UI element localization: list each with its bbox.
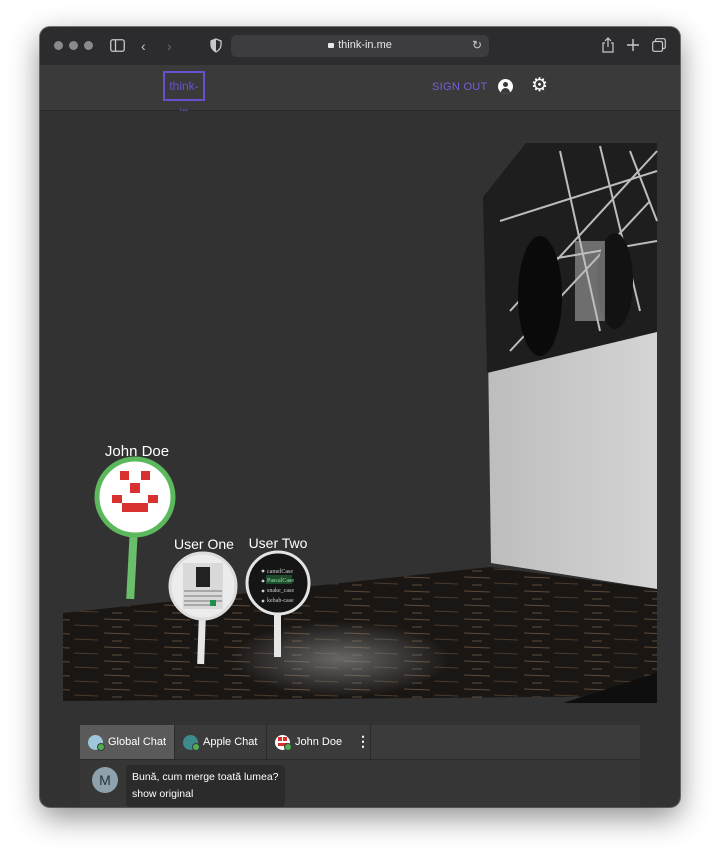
app-logo[interactable]: think-in [163, 71, 205, 119]
browser-window: ‹ › think-in.me ↻ think-in SIGN OUT ⚙ [40, 27, 680, 807]
avatar-name-john-doe: John Doe [105, 443, 169, 460]
sidebar-icon[interactable] [110, 39, 125, 52]
window-dot-minimize[interactable] [69, 41, 78, 50]
message-avatar: M [92, 767, 118, 793]
reload-icon[interactable]: ↻ [472, 38, 482, 52]
app-header: think-in SIGN OUT ⚙ [40, 65, 680, 119]
avatar-name-user-one: User One [174, 536, 234, 552]
chat-tab-apple[interactable]: Apple Chat [175, 725, 267, 759]
room-floor [63, 567, 657, 703]
sign-out-button[interactable]: SIGN OUT [432, 81, 488, 93]
back-icon[interactable]: ‹ [141, 37, 146, 55]
avatar-john-doe[interactable] [94, 456, 176, 600]
card-line-snake-case: snake_case [267, 588, 294, 594]
chat-tab-label: Global Chat [108, 736, 167, 748]
global-chat-avatar-icon [88, 734, 105, 751]
window-dot-zoom[interactable] [84, 41, 93, 50]
card-line-kebab-case: kebab-case [267, 598, 294, 604]
card-line-pascalcase: PascalCase [267, 578, 294, 584]
message-text: Bună, cum merge toată lumea? [132, 771, 279, 783]
account-icon[interactable] [498, 79, 513, 94]
3d-room-viewport[interactable]: John Doe User One camelCase PascalCase s… [40, 111, 680, 725]
window-dot-close[interactable] [54, 41, 63, 50]
chat-tab-global[interactable]: Global Chat [80, 725, 175, 759]
shield-icon[interactable] [210, 38, 222, 53]
tabs-overview-icon[interactable] [652, 38, 666, 52]
apple-chat-avatar-icon [183, 734, 200, 751]
browser-toolbar: ‹ › think-in.me ↻ [40, 27, 680, 66]
settings-gear-icon[interactable]: ⚙ [531, 76, 548, 95]
forward-icon[interactable]: › [167, 37, 172, 55]
show-original-link[interactable]: show original [132, 786, 279, 803]
chat-tab-label: Apple Chat [203, 736, 258, 748]
share-icon[interactable] [602, 37, 614, 53]
chat-panel: Global Chat Apple Chat John Doe ⋮ M Bună… [80, 725, 640, 807]
message-bubble: Bună, cum merge toată lumea? show origin… [126, 765, 285, 807]
chat-tabs: Global Chat Apple Chat John Doe ⋮ [80, 725, 640, 760]
address-bar[interactable]: think-in.me ↻ [231, 35, 489, 57]
john-doe-avatar-icon [275, 734, 292, 751]
card-line-camelcase: camelCase [267, 569, 293, 575]
url-text: think-in.me [338, 39, 392, 51]
room-wall-screen [483, 143, 658, 589]
chat-tab-label: John Doe [295, 736, 343, 748]
avatar-name-user-two: User Two [249, 535, 308, 551]
more-options-icon[interactable]: ⋮ [356, 734, 370, 748]
lock-icon [328, 43, 335, 48]
new-tab-icon[interactable] [627, 39, 639, 51]
